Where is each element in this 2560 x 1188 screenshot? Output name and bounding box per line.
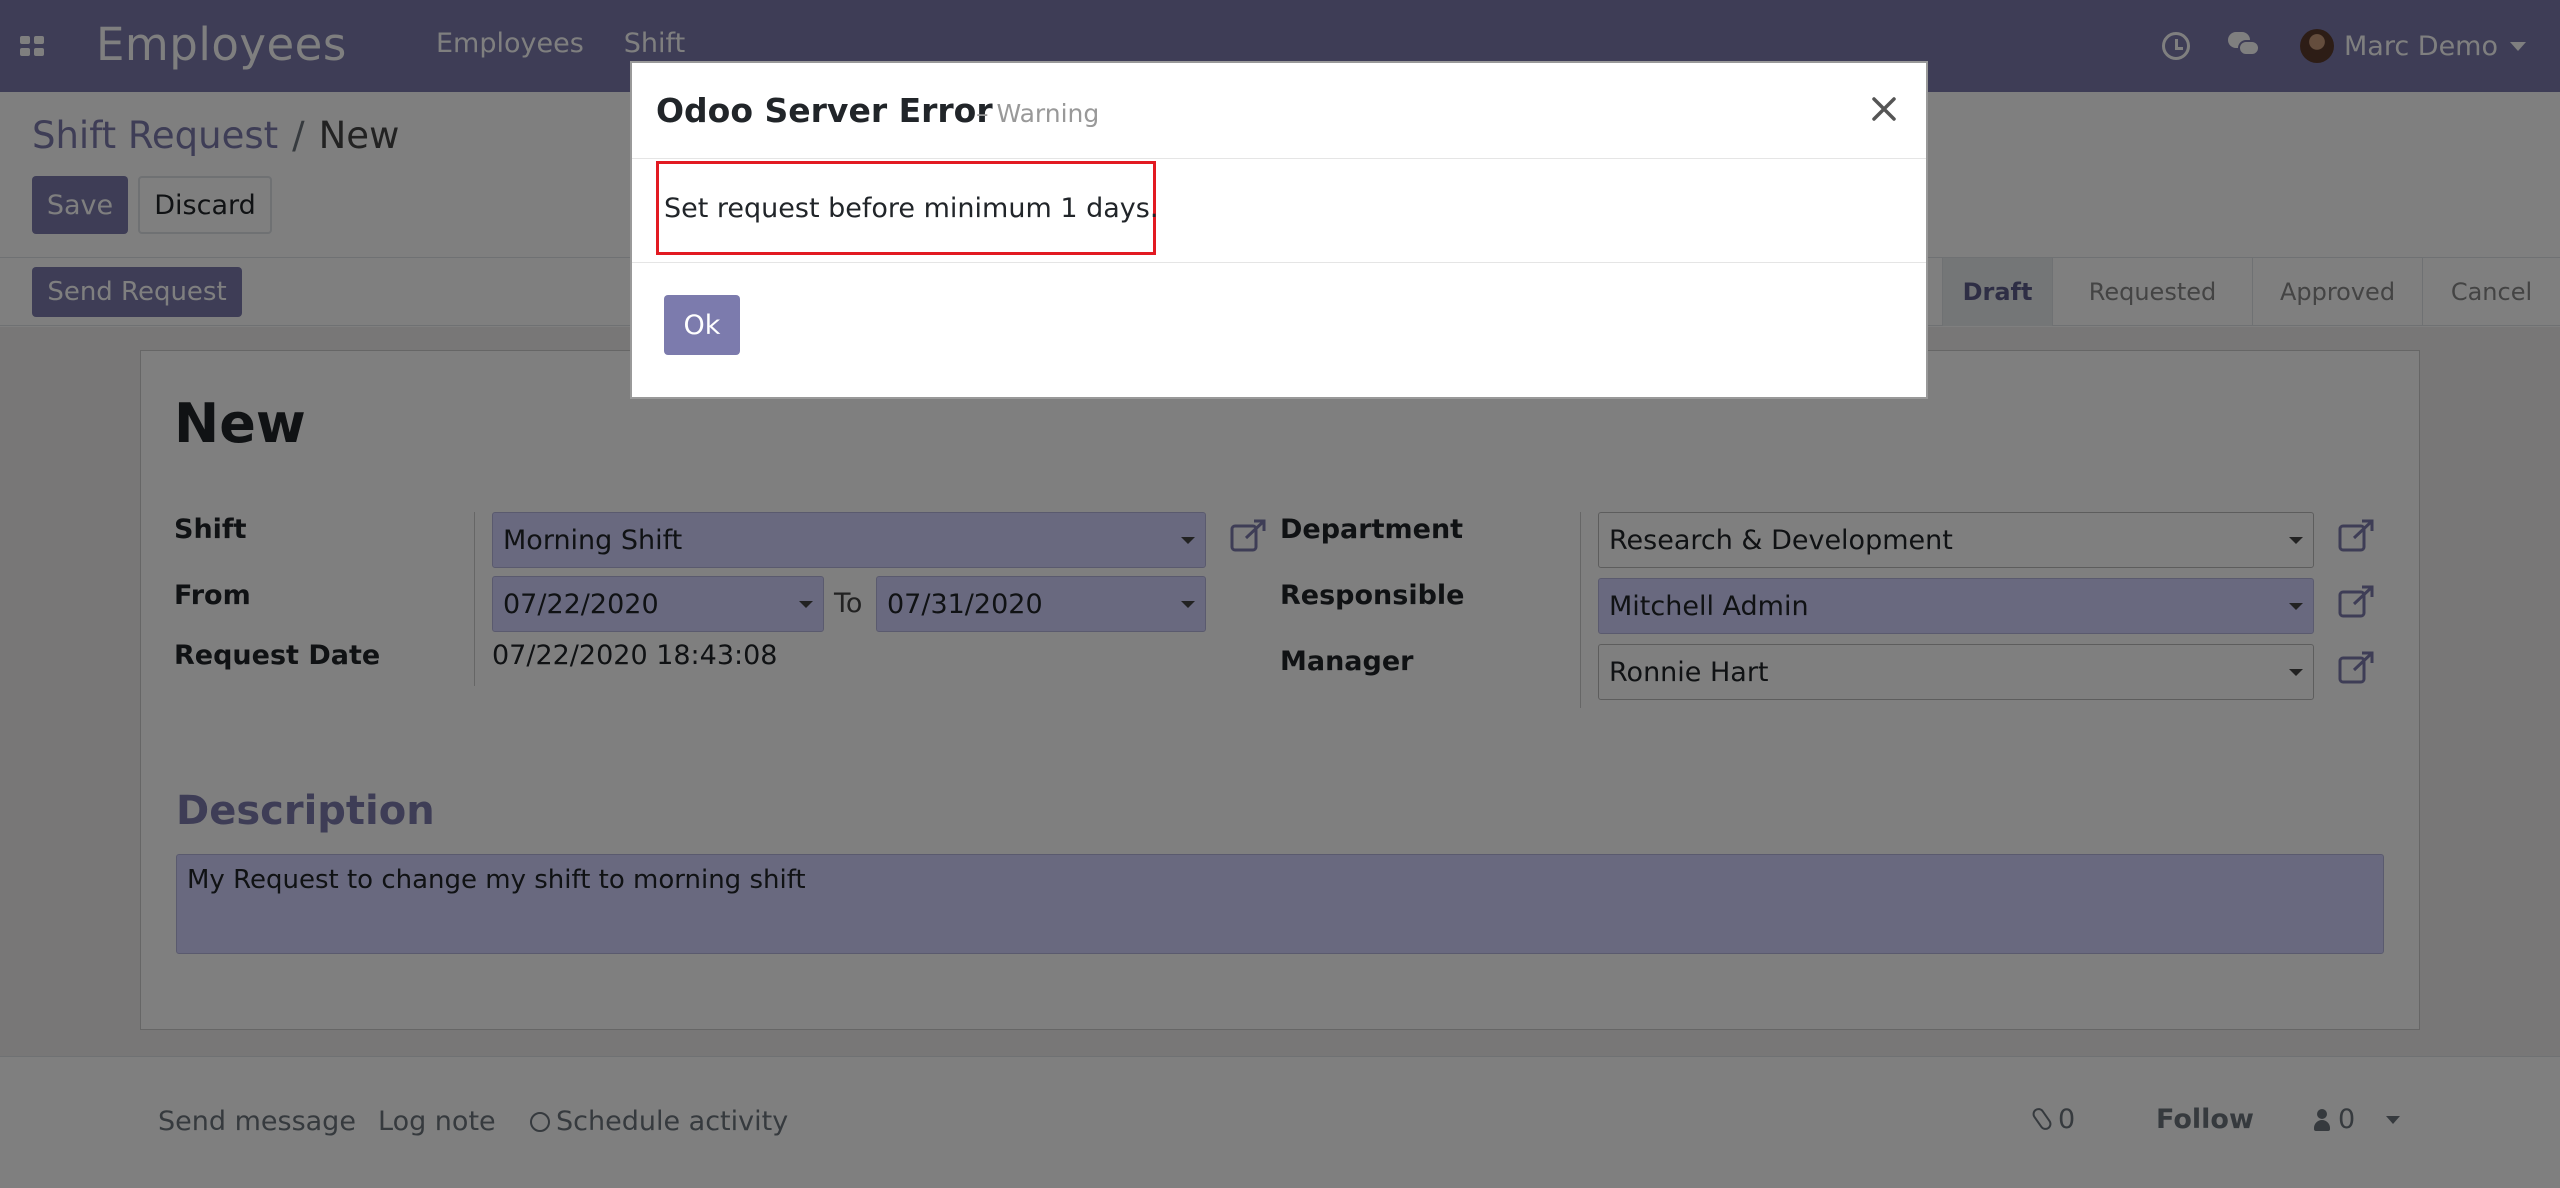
error-dialog: Odoo Server Error – Warning Set request … <box>630 61 1928 399</box>
error-message: Set request before minimum 1 days. <box>664 193 1159 224</box>
dialog-header: Odoo Server Error – Warning <box>632 63 1926 159</box>
close-icon[interactable] <box>1864 89 1904 129</box>
ok-button[interactable]: Ok <box>664 295 740 355</box>
dialog-subtitle: – Warning <box>976 99 1100 128</box>
dialog-title: Odoo Server Error <box>656 91 993 130</box>
